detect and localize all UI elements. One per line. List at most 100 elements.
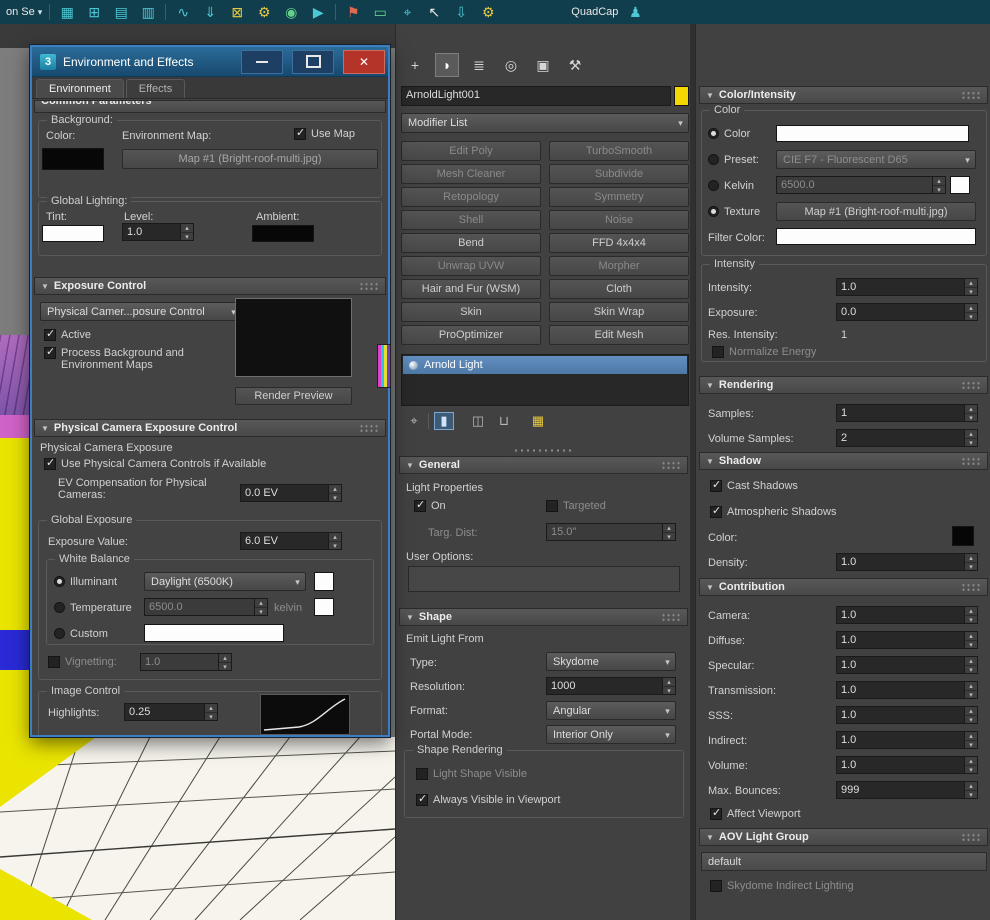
exposure-control-rollout[interactable]: Exposure Control (34, 277, 386, 295)
spinner-arrows-icon[interactable] (964, 279, 977, 295)
targ-dist-spinner[interactable]: 15.0" (546, 523, 676, 541)
spinner-arrows-icon[interactable] (964, 757, 977, 773)
illuminant-radio[interactable]: Illuminant (54, 576, 117, 588)
common-parameters-rollout[interactable]: Common Parameters (34, 100, 386, 113)
ev-compensation-spinner[interactable]: 0.0 EV (240, 484, 342, 502)
shape-rollout[interactable]: Shape (399, 608, 688, 626)
color-radio[interactable]: Color (708, 128, 750, 140)
modifier-button-mesh-cleaner[interactable]: Mesh Cleaner (401, 164, 541, 184)
use-physical-controls-checkbox[interactable]: Use Physical Camera Controls if Availabl… (44, 456, 266, 470)
make-unique-icon[interactable]: ◫ (468, 412, 488, 430)
environment-map-button[interactable]: Map #1 (Bright-roof-multi.jpg) (122, 149, 378, 169)
cast-shadows-checkbox[interactable]: Cast Shadows (710, 478, 798, 492)
spinner-arrows-icon[interactable] (932, 177, 945, 193)
custom-color-swatch[interactable] (144, 624, 284, 642)
always-visible-checkbox[interactable]: Always Visible in Viewport (416, 792, 560, 806)
target-icon[interactable]: ⌖ (397, 2, 417, 22)
background-color-swatch[interactable] (42, 148, 104, 170)
light-shape-visible-checkbox[interactable]: Light Shape Visible (416, 768, 527, 780)
pin-stack-icon[interactable]: ⌖ (404, 412, 424, 430)
spinner-arrows-icon[interactable] (964, 682, 977, 698)
kelvin-color-swatch[interactable] (950, 176, 970, 194)
ambient-swatch[interactable] (252, 225, 314, 242)
object-color-swatch[interactable] (674, 86, 689, 106)
normalize-energy-checkbox[interactable]: Normalize Energy (712, 346, 816, 358)
spinner-arrows-icon[interactable] (964, 732, 977, 748)
format-dropdown[interactable]: Angular (546, 701, 676, 720)
modifier-button-edit-poly[interactable]: Edit Poly (401, 141, 541, 161)
spinner-arrows-icon[interactable] (964, 430, 977, 446)
scene-explorer-icon[interactable]: ▥ (138, 2, 158, 22)
portal-mode-dropdown[interactable]: Interior Only (546, 725, 676, 744)
modifier-button-shell[interactable]: Shell (401, 210, 541, 230)
quadcap-button[interactable]: QuadCap (571, 6, 618, 18)
use-map-checkbox[interactable]: Use Map (294, 126, 355, 140)
vignetting-checkbox[interactable]: Vignetting: (48, 656, 117, 668)
max-bounces-spinner[interactable]: 999 (836, 781, 978, 799)
illuminant-color-swatch[interactable] (314, 572, 334, 591)
viewport-layout-icon[interactable]: ▦ (57, 2, 77, 22)
render-preview-button[interactable]: Render Preview (235, 387, 352, 405)
schematic-view-icon[interactable]: ⊞ (84, 2, 104, 22)
density-spinner[interactable]: 1.0 (836, 553, 978, 571)
modifier-button-symmetry[interactable]: Symmetry (549, 187, 689, 207)
color-swatch[interactable] (776, 125, 969, 142)
flag-icon[interactable]: ⚑ (343, 2, 363, 22)
modifier-button-hair-and-fur[interactable]: Hair and Fur (WSM) (401, 279, 541, 299)
spinner-arrows-icon[interactable] (964, 632, 977, 648)
kelvin-spinner[interactable]: 6500.0 (776, 176, 946, 194)
user-options-input[interactable] (408, 566, 680, 592)
export-icon[interactable]: ⇩ (451, 2, 471, 22)
sss-spinner[interactable]: 1.0 (836, 706, 978, 724)
custom-radio[interactable]: Custom (54, 628, 108, 640)
create-tab-icon[interactable]: + (404, 54, 426, 76)
contribution-rollout[interactable]: Contribution (699, 578, 988, 596)
temperature-color-swatch[interactable] (314, 598, 334, 616)
aov-group-input[interactable]: default (701, 852, 987, 871)
monitor-icon[interactable]: ▭ (370, 2, 390, 22)
rendering-rollout[interactable]: Rendering (699, 376, 988, 394)
maximize-button[interactable] (292, 49, 334, 74)
volume-samples-spinner[interactable]: 2 (836, 429, 978, 447)
samples-spinner[interactable]: 1 (836, 404, 978, 422)
preset-dropdown[interactable]: CIE F7 - Fluorescent D65 (776, 150, 976, 169)
resolution-spinner[interactable]: 1000 (546, 677, 676, 695)
modifier-button-unwrap-uvw[interactable]: Unwrap UVW (401, 256, 541, 276)
modifier-button-noise[interactable]: Noise (549, 210, 689, 230)
curve-editor-icon[interactable]: ∿ (173, 2, 193, 22)
spinner-arrows-icon[interactable] (180, 224, 193, 240)
tab-effects[interactable]: Effects (125, 79, 186, 98)
utilities-tab-icon[interactable]: ⚒ (564, 54, 586, 76)
hierarchy-tab-icon[interactable]: ≣ (468, 54, 490, 76)
spinner-arrows-icon[interactable] (964, 304, 977, 320)
type-dropdown[interactable]: Skydome (546, 652, 676, 671)
uv-editor-icon[interactable]: ⊠ (227, 2, 247, 22)
motion-tab-icon[interactable]: ◎ (500, 54, 522, 76)
close-button[interactable] (343, 49, 385, 74)
transmission-spinner[interactable]: 1.0 (836, 681, 978, 699)
spinner-arrows-icon[interactable] (218, 654, 231, 670)
spinner-arrows-icon[interactable] (964, 782, 977, 798)
cursor-icon[interactable]: ↖ (424, 2, 444, 22)
volume-spinner[interactable]: 1.0 (836, 756, 978, 774)
camera-spinner[interactable]: 1.0 (836, 606, 978, 624)
display-tab-icon[interactable]: ▣ (532, 54, 554, 76)
modifier-button-ffd-4x4x4[interactable]: FFD 4x4x4 (549, 233, 689, 253)
dialog-title-bar[interactable]: 3 Environment and Effects (32, 47, 388, 77)
minimize-button[interactable] (241, 49, 283, 74)
modifier-button-bend[interactable]: Bend (401, 233, 541, 253)
spinner-arrows-icon[interactable] (662, 524, 675, 540)
modifier-button-cloth[interactable]: Cloth (549, 279, 689, 299)
modifier-button-turbosmooth[interactable]: TurboSmooth (549, 141, 689, 161)
modify-tab-icon[interactable]: ◗ (435, 53, 459, 77)
skydome-indirect-checkbox[interactable]: Skydome Indirect Lighting (710, 880, 854, 892)
tab-environment[interactable]: Environment (36, 79, 124, 98)
show-end-result-icon[interactable]: ▮ (434, 412, 454, 430)
indirect-spinner[interactable]: 1.0 (836, 731, 978, 749)
quadcap-icon[interactable]: ♟ (625, 2, 645, 22)
illuminant-dropdown[interactable]: Daylight (6500K) (144, 572, 306, 591)
spinner-arrows-icon[interactable] (328, 485, 341, 501)
general-rollout[interactable]: General (399, 456, 688, 474)
process-background-checkbox[interactable]: Process Background and Environment Maps (44, 345, 224, 371)
temperature-radio[interactable]: Temperature (54, 602, 132, 614)
